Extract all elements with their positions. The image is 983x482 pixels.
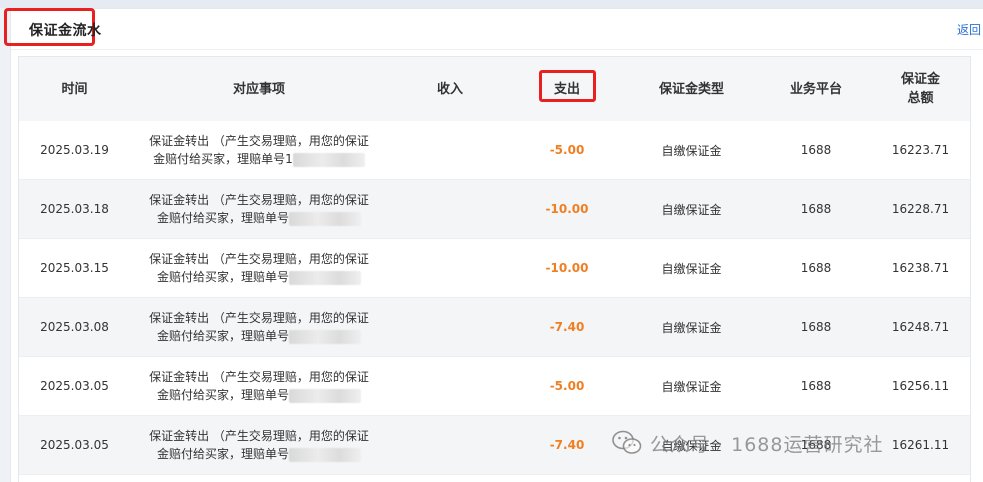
top-bar <box>0 0 983 8</box>
cell-total: 16248.71 <box>871 297 970 357</box>
description-line1: 保证金转出 （产生交易理赔，用您的保证 <box>149 311 369 325</box>
redacted-claim-number <box>289 270 361 285</box>
panel-header: 保证金流水 返回 <box>4 8 983 50</box>
description-line2-wrap: 金赔付给买家，理赔单号1 <box>130 150 388 168</box>
description-line2: 金赔付给买家，理赔单号1 <box>153 152 293 166</box>
description-line1: 保证金转出 （产生交易理赔，用您的保证 <box>149 370 369 384</box>
col-header-total-line1: 保证金 <box>900 72 940 87</box>
col-header-expense: 支出 <box>512 57 622 121</box>
deposit-flow-table: 时间 对应事项 收入 支出 保证金类型 业务平台 保证金 总额 2025.03.… <box>18 56 971 482</box>
back-link[interactable]: 返回 <box>957 21 981 38</box>
description-line2: 金赔付给买家，理赔单号 <box>156 211 289 225</box>
redacted-claim-number <box>292 152 365 167</box>
description-line2-wrap: 金赔付给买家，理赔单号 <box>130 209 388 227</box>
cell-date: 2025.03.05 <box>19 356 130 416</box>
col-header-total-line2: 总额 <box>907 91 934 106</box>
cell-platform: 1688 <box>761 415 871 475</box>
cell-description: 保证金转出 （产生交易理赔，用您的保证金赔付给买家，理赔单号 <box>130 356 388 416</box>
expense-highlight-box <box>538 69 596 102</box>
redacted-claim-number <box>289 329 361 344</box>
cell-expense: -5.00 <box>512 121 622 180</box>
cell-income <box>388 179 512 239</box>
description-line2-wrap: 金赔付给买家，理赔单号 <box>130 386 388 404</box>
expense-header-wrap: 支出 <box>538 69 596 102</box>
cell-total: 16238.71 <box>871 238 970 298</box>
cell-deposit-type: 自缴保证金 <box>622 356 761 416</box>
cell-total: 16223.71 <box>871 121 970 180</box>
cell-date: 2025.03.08 <box>19 297 130 357</box>
cell-description: 保证金转出 （产生交易理赔，用您的保证金赔付给买家，理赔单号 <box>130 179 388 239</box>
cell-income <box>388 297 512 357</box>
redacted-claim-number <box>289 447 361 462</box>
description-line1: 保证金转出 （产生交易理赔，用您的保证 <box>149 252 369 266</box>
description-line1: 保证金转出 （产生交易理赔，用您的保证 <box>149 193 369 207</box>
cell-total: 16261.11 <box>871 415 970 475</box>
cell-expense: -7.40 <box>512 297 622 357</box>
cell-description: 保证金转出 （产生交易理赔，用您的保证金赔付给买家，理赔单号 <box>130 415 388 475</box>
cell-deposit-type: 自缴保证金 <box>622 297 761 357</box>
cell-deposit-type: 自缴保证金 <box>622 238 761 298</box>
description-line2: 金赔付给买家，理赔单号 <box>156 329 289 343</box>
cell-deposit-type: 自缴保证金 <box>622 121 761 180</box>
table-row: 2025.03.19 保证金转出 （产生交易理赔，用您的保证 金赔付给买家，理赔单号… <box>19 121 970 180</box>
redacted-claim-number <box>289 388 361 403</box>
description-line2: 金赔付给买家，理赔单号 <box>156 447 289 461</box>
cell-platform: 1688 <box>761 179 871 239</box>
table-row: 2025.03.15 保证金转出 （产生交易理赔，用您的保证 金赔付给买家，理赔单号… <box>19 238 970 298</box>
table-row: 2025.03.18 保证金转出 （产生交易理赔，用您的保证 金赔付给买家，理赔单号… <box>19 179 970 239</box>
table-row: 2025.03.08 保证金转出 （产生交易理赔，用您的保证 金赔付给买家，理赔单号… <box>19 297 970 357</box>
cell-expense: -7.40 <box>512 415 622 475</box>
description-line2: 金赔付给买家，理赔单号 <box>156 270 289 284</box>
description-line1: 保证金转出 （产生交易理赔，用您的保证 <box>149 429 369 443</box>
col-header-income: 收入 <box>388 57 512 121</box>
description-line2: 金赔付给买家，理赔单号 <box>156 388 289 402</box>
table-header-row: 时间 对应事项 收入 支出 保证金类型 业务平台 保证金 总额 <box>19 57 970 121</box>
cell-expense: -10.00 <box>512 238 622 298</box>
cell-total: 16256.11 <box>871 356 970 416</box>
cell-income <box>388 415 512 475</box>
table-row: 2025.03.05 保证金转出 （产生交易理赔，用您的保证 金赔付给买家，理赔单号… <box>19 356 970 416</box>
cell-date: 2025.03.19 <box>19 121 130 180</box>
cell-description: 保证金转出 （产生交易理赔，用您的保证金赔付给买家，理赔单号 <box>130 238 388 298</box>
cell-income <box>388 121 512 180</box>
cell-deposit-type: 自缴保证金 <box>622 415 761 475</box>
cell-date: 2025.03.18 <box>19 179 130 239</box>
description-line2-wrap: 金赔付给买家，理赔单号 <box>130 445 388 463</box>
cell-description: 保证金转出 （产生交易理赔，用您的保证金赔付给买家，理赔单号1 <box>130 121 388 180</box>
cell-expense: -5.00 <box>512 356 622 416</box>
description-line2-wrap: 金赔付给买家，理赔单号 <box>130 268 388 286</box>
cell-date: 2025.03.15 <box>19 238 130 298</box>
description-line1: 保证金转出 （产生交易理赔，用您的保证 <box>149 134 369 148</box>
cell-description: 保证金转出 （产生交易理赔，用您的保证金赔付给买家，理赔单号 <box>130 297 388 357</box>
cell-deposit-type: 自缴保证金 <box>622 179 761 239</box>
cell-income <box>388 238 512 298</box>
description-line2-wrap: 金赔付给买家，理赔单号 <box>130 327 388 345</box>
cell-platform: 1688 <box>761 356 871 416</box>
col-header-type: 保证金类型 <box>622 57 761 121</box>
cell-platform: 1688 <box>761 297 871 357</box>
table-row: 2025.03.05 保证金转出 （产生交易理赔，用您的保证 金赔付给买家，理赔单号… <box>19 415 970 475</box>
page-title: 保证金流水 <box>29 23 102 39</box>
col-header-total: 保证金 总额 <box>871 57 970 121</box>
col-header-time: 时间 <box>19 57 130 121</box>
cell-platform: 1688 <box>761 238 871 298</box>
col-header-platform: 业务平台 <box>761 57 871 121</box>
cell-platform: 1688 <box>761 121 871 180</box>
redacted-claim-number <box>289 211 361 226</box>
cell-expense: -10.00 <box>512 179 622 239</box>
cell-date: 2025.03.05 <box>19 415 130 475</box>
cell-total: 16228.71 <box>871 179 970 239</box>
col-header-item: 对应事项 <box>130 57 388 121</box>
cell-income <box>388 356 512 416</box>
